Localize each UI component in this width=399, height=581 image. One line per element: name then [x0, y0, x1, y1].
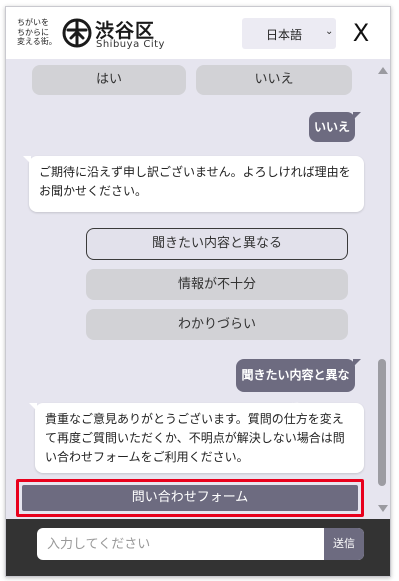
yes-button[interactable]: はい — [32, 65, 186, 95]
no-button[interactable]: いいえ — [196, 65, 352, 95]
logo-subtitle: Shibuya City — [96, 39, 165, 50]
city-tagline: ちがいを ちからに 変える街。 — [17, 18, 57, 46]
message-input[interactable] — [37, 528, 324, 560]
user-message: 聞きたい内容と異なる — [236, 359, 361, 415]
reason-option-insufficient-info[interactable]: 情報が不十分 — [86, 269, 348, 300]
language-select[interactable]: 日本語 ⌄ — [242, 18, 336, 49]
contact-form-button[interactable]: 問い合わせフォーム — [22, 485, 358, 511]
scrollbar[interactable] — [374, 59, 390, 519]
reason-option-different-content[interactable]: 聞きたい内容と異なる — [86, 228, 348, 260]
chat-area[interactable]: はい いいえ いいえ ご期待に沿えず申し訳ございません。よろしければ理由をお聞か… — [6, 59, 390, 519]
header: ちがいを ちからに 変える街。 渋谷区 Shibuya City 日本語 ⌄ X — [6, 7, 390, 59]
user-message: いいえ — [309, 112, 361, 142]
scroll-down-arrow-icon[interactable] — [378, 505, 388, 512]
scrollbar-thumb[interactable] — [378, 359, 386, 486]
language-value: 日本語 — [266, 28, 303, 42]
scroll-up-arrow-icon[interactable] — [378, 67, 388, 74]
bot-message: 貴重なご意見ありがとうございます。質問の仕方を変えて再度ご質問いただくか、不明点… — [29, 403, 364, 473]
reason-option-hard-to-understand[interactable]: わかりづらい — [86, 309, 348, 340]
input-bar: 送信 — [6, 519, 390, 576]
chatbot-window: ちがいを ちからに 変える街。 渋谷区 Shibuya City 日本語 ⌄ X… — [5, 6, 391, 577]
contact-form-highlight: 問い合わせフォーム — [16, 479, 364, 517]
bot-message: ご期待に沿えず申し訳ございません。よろしければ理由をお聞かせください。 — [23, 156, 364, 212]
close-button[interactable]: X — [348, 18, 374, 48]
send-button[interactable]: 送信 — [324, 528, 364, 560]
shibuya-logo-icon — [62, 18, 92, 48]
input-container: 送信 — [37, 528, 364, 560]
chevron-down-icon: ⌄ — [325, 26, 334, 37]
